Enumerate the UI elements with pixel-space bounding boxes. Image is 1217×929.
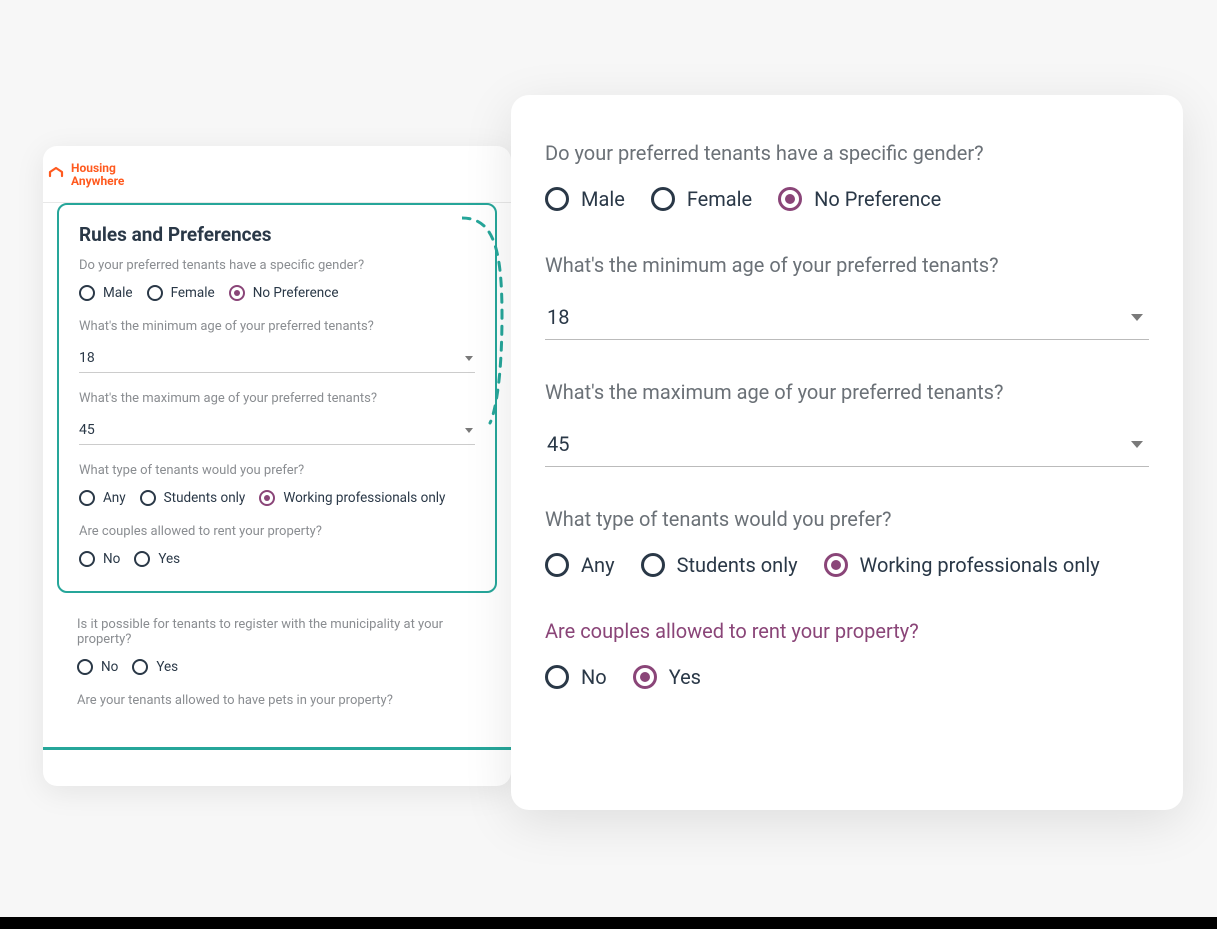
radio-professionals-small[interactable]: Working professionals only [259,490,445,506]
q-minage-small: What's the minimum age of your preferred… [79,319,475,334]
radio-label: Working professionals only [860,553,1100,577]
q-minage-large: What's the minimum age of your preferred… [545,253,1149,277]
radio-male-small[interactable]: Male [79,285,133,301]
radio-couples-yes-large[interactable]: Yes [633,665,701,689]
highlight-box: Rules and Preferences Do your preferred … [57,203,497,593]
overview-panel: Housing Anywhere Rules and Preferences D… [43,146,511,786]
logo-text: Housing Anywhere [71,162,124,188]
q-gender-large: Do your preferred tenants have a specifi… [545,141,1149,165]
tenant-type-options-large: Any Students only Working professionals … [545,553,1149,577]
logo: Housing Anywhere [43,152,511,198]
radio-couples-yes-small[interactable]: Yes [134,551,180,567]
q-gender-small: Do your preferred tenants have a specifi… [79,258,475,273]
couples-options-small: No Yes [79,551,475,567]
detail-panel: Do your preferred tenants have a specifi… [511,95,1183,810]
radio-icon [79,551,95,567]
progress-bar [43,747,511,750]
q-couples-small: Are couples allowed to rent your propert… [79,524,475,539]
radio-icon [140,490,156,506]
radio-icon [545,553,569,577]
radio-icon-selected [229,285,245,301]
select-maxage-large[interactable]: 45 [545,426,1149,467]
chevron-down-icon [1131,314,1143,321]
radio-label: Students only [677,553,798,577]
radio-label: No [101,659,118,675]
tenant-type-options-small: Any Students only Working professionals … [79,490,475,506]
radio-any-small[interactable]: Any [79,490,126,506]
q-tenant-type-small: What type of tenants would you prefer? [79,463,475,478]
radio-couples-no-large[interactable]: No [545,665,607,689]
couples-options-large: No Yes [545,665,1149,689]
radio-label: No [581,665,607,689]
q-maxage-large: What's the maximum age of your preferred… [545,380,1149,404]
select-value: 45 [547,432,569,456]
select-minage-small[interactable]: 18 [79,346,475,373]
select-value: 18 [79,350,95,366]
radio-label: Students only [164,490,246,506]
radio-label: Any [103,490,126,506]
radio-male-large[interactable]: Male [545,187,625,211]
radio-icon-selected [259,490,275,506]
radio-any-large[interactable]: Any [545,553,615,577]
chevron-down-icon [465,356,473,361]
radio-icon [545,665,569,689]
radio-icon [651,187,675,211]
radio-icon [147,285,163,301]
radio-icon [77,659,93,675]
radio-label: Female [687,187,752,211]
radio-label: Male [581,187,625,211]
radio-couples-no-small[interactable]: No [79,551,120,567]
q-maxage-small: What's the maximum age of your preferred… [79,391,475,406]
radio-label: No Preference [253,285,339,301]
radio-icon [79,490,95,506]
chevron-down-icon [465,428,473,433]
radio-icon [132,659,148,675]
radio-professionals-large[interactable]: Working professionals only [824,553,1100,577]
radio-label: Yes [158,551,180,567]
q-municipality-small: Is it possible for tenants to register w… [77,617,477,647]
section-title: Rules and Preferences [79,223,475,246]
select-maxage-small[interactable]: 45 [79,418,475,445]
radio-nopref-small[interactable]: No Preference [229,285,339,301]
radio-label: Male [103,285,133,301]
q-tenant-type-large: What type of tenants would you prefer? [545,507,1149,531]
chevron-down-icon [1131,441,1143,448]
radio-label: Working professionals only [283,490,445,506]
radio-icon [545,187,569,211]
radio-label: Yes [156,659,178,675]
radio-icon-selected [633,665,657,689]
logo-icon [47,166,65,184]
radio-students-small[interactable]: Students only [140,490,246,506]
radio-icon [134,551,150,567]
gender-options-small: Male Female No Preference [79,285,475,301]
radio-icon-selected [778,187,802,211]
radio-muni-no-small[interactable]: No [77,659,118,675]
radio-icon [79,285,95,301]
radio-muni-yes-small[interactable]: Yes [132,659,178,675]
select-minage-large[interactable]: 18 [545,299,1149,340]
radio-label: No [103,551,120,567]
bottom-strip [0,917,1217,929]
radio-label: Any [581,553,615,577]
radio-label: Female [171,285,215,301]
select-value: 18 [547,305,569,329]
q-pets-small: Are your tenants allowed to have pets in… [77,693,477,708]
radio-nopref-large[interactable]: No Preference [778,187,941,211]
radio-icon [641,553,665,577]
municipality-options-small: No Yes [77,659,477,675]
below-highlight: Is it possible for tenants to register w… [43,593,511,708]
gender-options-large: Male Female No Preference [545,187,1149,211]
q-couples-large: Are couples allowed to rent your propert… [545,619,1149,643]
radio-label: No Preference [814,187,941,211]
radio-female-small[interactable]: Female [147,285,215,301]
radio-icon-selected [824,553,848,577]
radio-students-large[interactable]: Students only [641,553,798,577]
select-value: 45 [79,422,95,438]
radio-female-large[interactable]: Female [651,187,752,211]
radio-label: Yes [669,665,701,689]
logo-text-line2: Anywhere [71,175,124,188]
